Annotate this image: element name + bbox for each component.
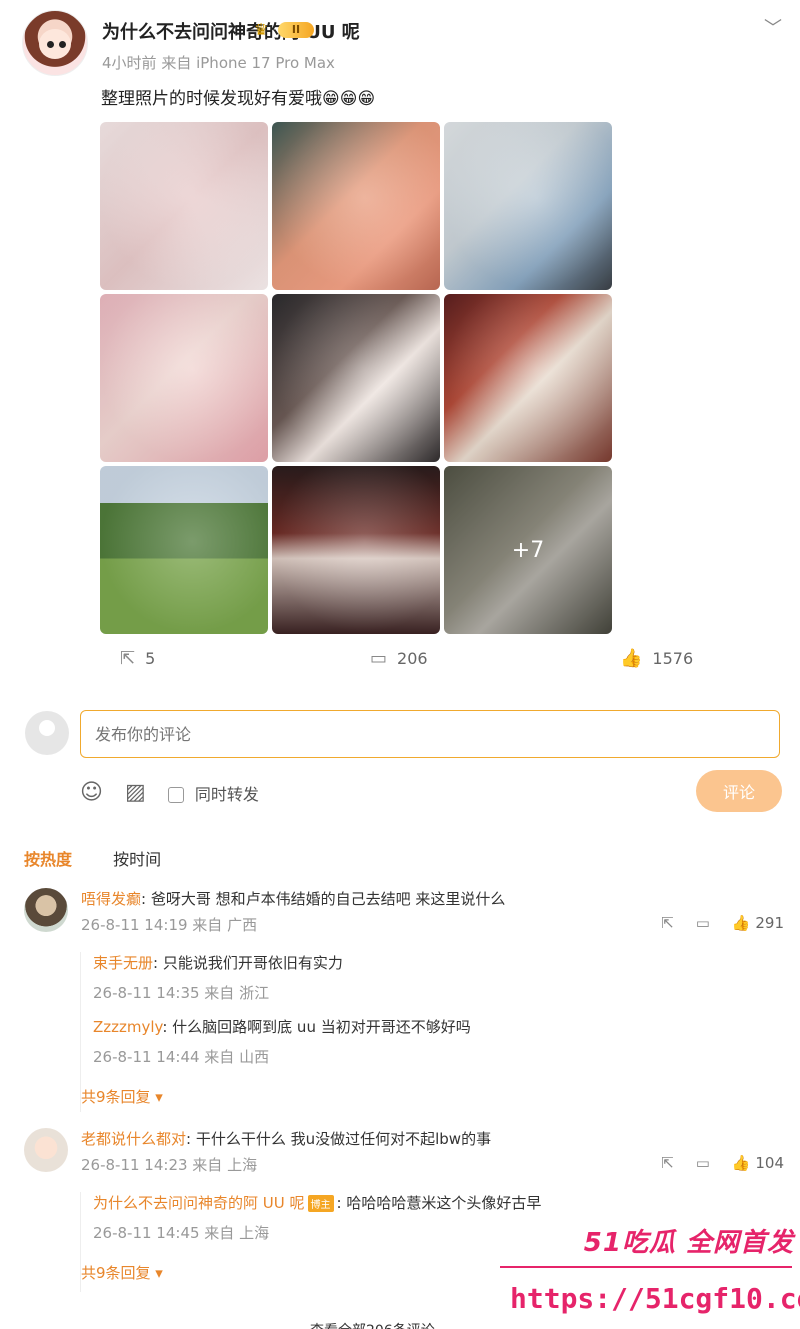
reply-icon[interactable]: ▭ xyxy=(696,914,710,932)
post-action-bar: ⇱ 5 ▭ 206 👍 1576 xyxy=(100,648,720,672)
reply-author[interactable]: Zzzzmyly xyxy=(93,1018,162,1036)
vip-badge: II xyxy=(278,22,314,38)
submit-comment-button[interactable]: 评论 xyxy=(696,770,782,812)
author-avatar[interactable] xyxy=(22,10,88,76)
post-header: 为什么不去问问神奇的阿 UU 呢 ♛ II 4小时前 来自 iPhone 17 … xyxy=(22,10,782,80)
reply-author[interactable]: 为什么不去问问神奇的阿 UU 呢 xyxy=(93,1194,305,1212)
thumbs-up-icon: 👍 xyxy=(731,1154,751,1172)
commenter-name[interactable]: 老都说什么都对 xyxy=(81,1130,186,1148)
sort-tabs: 按热度 按时间 xyxy=(24,846,161,870)
photo-5[interactable] xyxy=(272,294,440,462)
like-count: 1576 xyxy=(652,649,694,668)
comment-text: 唔得发癫: 爸呀大哥 想和卢本伟结婚的自己去结吧 来这里说什么 xyxy=(81,890,506,908)
chevron-down-icon[interactable]: ﹀ xyxy=(764,14,782,40)
post-text: 整理照片的时候发现好有爱哦😁😁😁 xyxy=(101,89,376,109)
photo-7[interactable] xyxy=(100,466,268,634)
photo-grid: +7 xyxy=(100,122,612,634)
photo-4[interactable] xyxy=(100,294,268,462)
comment-like-button[interactable]: 👍 104 xyxy=(732,1154,784,1172)
comment-like-button[interactable]: 👍 291 xyxy=(732,914,784,932)
more-replies-link[interactable]: 共9条回复 ▾ xyxy=(81,1262,163,1283)
image-icon[interactable]: ▨ xyxy=(125,780,146,805)
emoji-icon[interactable]: ☺ xyxy=(80,780,103,805)
share-icon: ⇱ xyxy=(120,648,136,669)
post-source: 来自 iPhone 17 Pro Max xyxy=(161,54,335,72)
photo-2[interactable] xyxy=(272,122,440,290)
reply-author[interactable]: 束手无册 xyxy=(93,954,153,972)
photo-1[interactable] xyxy=(100,122,268,290)
comment-text: 老都说什么都对: 干什么干什么 我u没做过任何对不起lbw的事 xyxy=(81,1130,492,1148)
comment-meta: 26-8-11 14:23 来自 上海 xyxy=(81,1156,258,1174)
comment-actions: ⇱ ▭ 👍 291 xyxy=(661,914,784,932)
view-all-comments-link[interactable]: 查看全部206条评论 xyxy=(310,1320,435,1329)
watermark-title: 51吃瓜 全网首发 xyxy=(583,1228,794,1258)
author-tag: 博主 xyxy=(307,1195,334,1212)
repost-count: 5 xyxy=(145,649,156,668)
thumbs-up-icon: 👍 xyxy=(620,648,643,669)
watermark-url: https://51cgf10.com xyxy=(510,1282,800,1315)
repost-toggle[interactable]: 同时转发 xyxy=(167,781,259,805)
tab-hot[interactable]: 按热度 xyxy=(24,850,72,869)
comment-meta: 26-8-11 14:19 来自 广西 xyxy=(81,916,258,934)
composer-tools: ☺ ▨ 同时转发 xyxy=(80,780,259,805)
comment-icon: ▭ xyxy=(370,648,388,669)
share-icon[interactable]: ⇱ xyxy=(661,914,674,932)
watermark-divider xyxy=(500,1266,792,1268)
comment-item: 老都说什么都对: 干什么干什么 我u没做过任何对不起lbw的事 26-8-11 … xyxy=(24,1128,784,1188)
more-photos-count[interactable]: +7 xyxy=(444,466,612,634)
comment-count: 206 xyxy=(397,649,428,668)
reply-item: Zzzzmyly: 什么脑回路啊到底 uu 当初对开哥还不够好吗 26-8-11… xyxy=(93,1018,471,1066)
more-replies-link[interactable]: 共9条回复 ▾ xyxy=(81,1086,163,1107)
watermark: 51吃瓜 全网首发 https://51cgf10.com xyxy=(500,1218,800,1318)
reply-meta: 26-8-11 14:45 来自 上海 xyxy=(93,1224,270,1242)
comment-button[interactable]: ▭ 206 xyxy=(370,648,428,669)
photo-8[interactable] xyxy=(272,466,440,634)
tab-time[interactable]: 按时间 xyxy=(113,850,161,869)
post-time: 4小时前 xyxy=(102,54,157,72)
photo-9[interactable]: +7 xyxy=(444,466,612,634)
reply-icon[interactable]: ▭ xyxy=(696,1154,710,1172)
reply-list: 束手无册: 只能说我们开哥依旧有实力 26-8-11 14:35 来自 浙江 Z… xyxy=(80,952,780,1112)
like-button[interactable]: 👍 1576 xyxy=(620,648,693,669)
share-icon[interactable]: ⇱ xyxy=(661,1154,674,1172)
repost-label: 同时转发 xyxy=(194,784,259,804)
crown-icon: ♛ xyxy=(254,20,269,39)
reply-meta: 26-8-11 14:44 来自 山西 xyxy=(93,1048,270,1066)
reply-meta: 26-8-11 14:35 来自 浙江 xyxy=(93,984,270,1002)
post-meta: 4小时前 来自 iPhone 17 Pro Max xyxy=(102,52,335,73)
author-name[interactable]: 为什么不去问问神奇的阿 UU 呢 xyxy=(102,18,360,44)
commenter-name[interactable]: 唔得发癫 xyxy=(81,890,141,908)
repost-checkbox[interactable] xyxy=(167,787,184,803)
commenter-avatar[interactable] xyxy=(24,888,68,932)
commenter-avatar[interactable] xyxy=(24,1128,68,1172)
photo-6[interactable] xyxy=(444,294,612,462)
comment-actions: ⇱ ▭ 👍 104 xyxy=(661,1154,784,1172)
user-avatar xyxy=(25,711,69,755)
repost-button[interactable]: ⇱ 5 xyxy=(120,648,155,669)
comment-composer: ☺ ▨ 同时转发 评论 xyxy=(22,708,782,818)
reply-item: 束手无册: 只能说我们开哥依旧有实力 26-8-11 14:35 来自 浙江 xyxy=(93,954,343,1002)
thumbs-up-icon: 👍 xyxy=(731,914,751,932)
comment-input[interactable] xyxy=(80,710,780,758)
photo-3[interactable] xyxy=(444,122,612,290)
